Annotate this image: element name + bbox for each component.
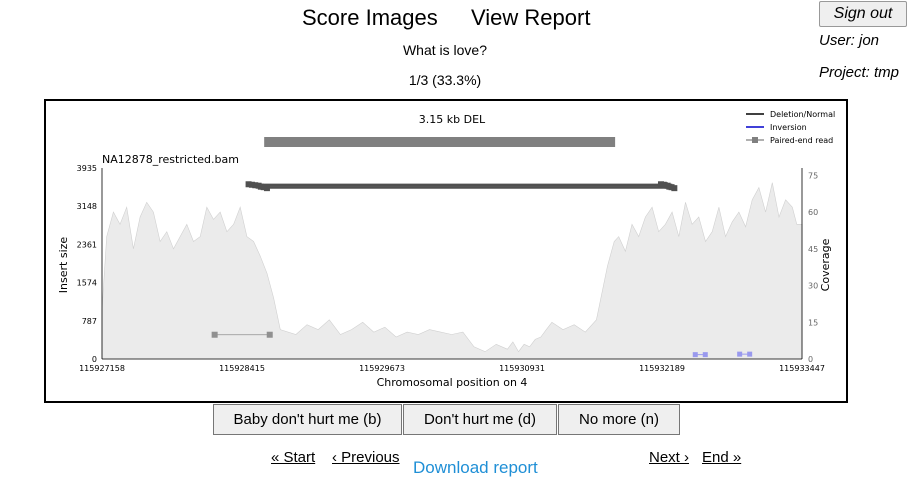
start-link[interactable]: « Start [271,449,315,466]
view-report-link[interactable]: View Report [471,5,590,31]
y-left-tick-label: 2361 [77,240,97,249]
dont-hurt-me-button[interactable]: Don't hurt me (d) [403,404,557,435]
paired-read-6-right-end [671,185,678,192]
next-link[interactable]: Next › [649,449,689,466]
sample-label: NA12878_restricted.bam [102,153,239,166]
legend-deletion-label: Deletion/Normal [770,110,835,119]
y-left-tick-label: 787 [82,317,97,326]
y-left-tick-label: 3935 [77,164,97,173]
inversion-read-0-right-end [702,352,708,358]
x-tick-label: 115927158 [79,364,125,373]
x-axis-label: Chromosomal position on 4 [377,376,528,389]
x-tick-label: 115932189 [639,364,685,373]
legend-inversion-label: Inversion [770,123,807,132]
y-axis-left-label: Insert size [57,237,70,294]
baby-dont-hurt-me-button[interactable]: Baby don't hurt me (b) [213,404,402,435]
x-tick-label: 115929673 [359,364,405,373]
y-right-tick-label: 0 [808,355,813,364]
x-tick-label: 115933447 [779,364,825,373]
inversion-read-0-left-end [692,352,698,358]
deletion-bar [264,137,616,147]
x-tick-label: 115930931 [499,364,545,373]
y-right-tick-label: 45 [808,245,818,254]
sv-plot-svg: 115927158 115928415 115929673 115930931 1159… [57,110,835,389]
chart-title: 3.15 kb DEL [419,113,486,126]
inversion-read-1-right-end [747,351,753,357]
legend: Deletion/Normal Inversion Paired-end rea… [746,110,835,145]
inversion-read-1-left-end [737,351,743,357]
y-left-tick-label: 0 [92,355,97,364]
sign-out-button[interactable]: Sign out [819,1,907,27]
paired-read-7-left-end [211,331,218,338]
previous-link[interactable]: ‹ Previous [332,449,400,466]
y-right-tick-label: 60 [808,208,818,217]
y-right-tick-label: 30 [808,282,818,291]
question-text: What is love? [402,42,488,58]
sv-plot: 115927158 115928415 115929673 115930931 1159… [44,99,848,403]
y-left-tick-label: 1574 [77,279,97,288]
end-link[interactable]: End » [702,449,741,466]
legend-read-label: Paired-end read [770,136,833,145]
progress-text: 1/3 (33.3%) [408,72,482,88]
y-right-tick-label: 15 [808,318,818,327]
coverage-area [101,182,803,360]
y-axis-right-label: Coverage [819,238,832,291]
x-tick-label: 115928415 [219,364,265,373]
paired-read-7-right-end [266,331,273,338]
paired-read-6-left-end [263,185,270,192]
legend-read-marker [752,137,758,143]
y-right-tick-label: 75 [808,171,818,180]
y-left-tick-label: 3148 [77,202,97,211]
no-more-button[interactable]: No more (n) [558,404,680,435]
download-report-link[interactable]: Download report [413,458,538,478]
score-images-link[interactable]: Score Images [302,5,438,31]
